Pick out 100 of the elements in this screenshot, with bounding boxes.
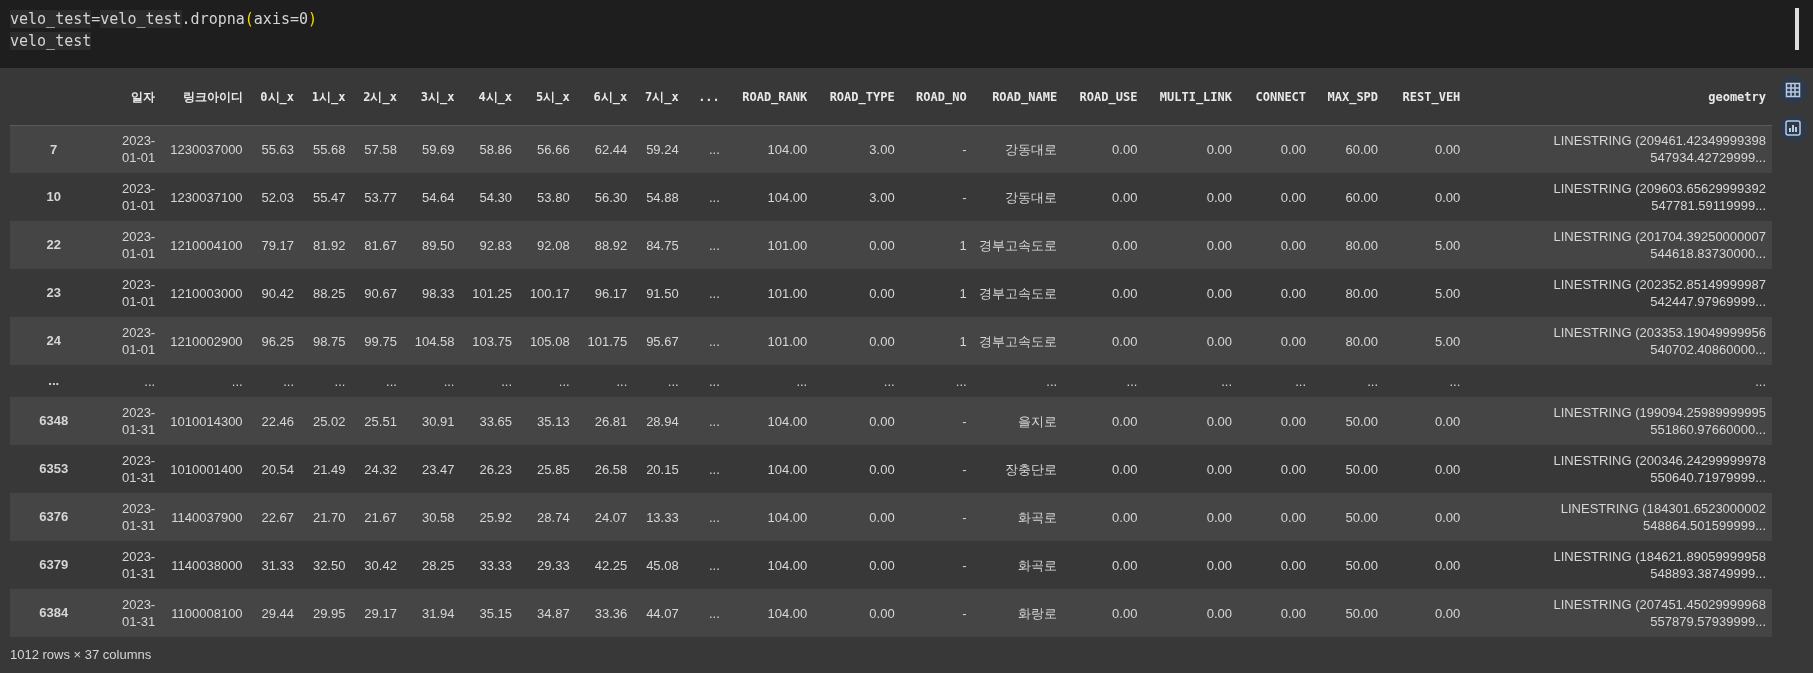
table-cell: ... [1126,373,1138,389]
table-cell: 0.00 [869,557,895,573]
table-cell: 92.08 [537,237,570,253]
table-cell: 60.00 [1345,141,1379,157]
table-cell: LINESTRING (184301.6523000002 548864.501599999... [1560,501,1766,533]
table-cell: 62.44 [594,141,628,157]
column-header: 4시_x [478,90,513,105]
table-cell: 30.91 [421,413,455,429]
row-index: 6384 [39,605,69,621]
table-cell: 52.03 [261,189,295,205]
table-cell: 80.00 [1345,285,1379,301]
table-cell: 89.50 [421,237,455,253]
column-header: geometry [1708,90,1766,105]
chart-button[interactable] [1778,114,1807,142]
row-index: 6353 [39,461,69,477]
table-cell: 3.00 [869,141,895,157]
table-cell: 1 [959,285,967,301]
table-cell: 0.00 [1206,141,1232,157]
table-cell: 81.92 [312,237,346,253]
table-cell: 50.00 [1345,413,1379,429]
table-cell: 24.07 [594,509,628,525]
table-cell: ... [501,373,513,389]
table-cell: 45.08 [646,557,679,573]
table-cell: 92.83 [479,237,513,253]
table-cell: 30.58 [421,509,455,525]
table-cell: ... [708,373,720,389]
table-cell: 98.75 [312,333,346,349]
table-cell: LINESTRING (203353.19049999956 540702.40860000... [1553,325,1766,357]
table-cell: 2023-01-31 [121,453,156,485]
column-header: 6시_x [593,90,628,105]
scrollbar[interactable] [1795,8,1799,50]
table-view-button[interactable] [1778,76,1807,104]
table-cell: 0.00 [869,605,895,621]
code-line: velo_test=velo_test.dropna(axis=0) [10,9,318,30]
column-header: ROAD_RANK [742,90,808,105]
table-cell: 1230037100 [170,189,243,205]
table-cell: 101.25 [472,285,513,301]
column-header: 3시_x [420,90,455,105]
table-cell: 50.00 [1345,605,1379,621]
table-cell: 1140037900 [171,509,243,525]
column-header: MAX_SPD [1327,90,1379,105]
table-cell: LINESTRING (209461.42349999398 547934.42729999... [1553,133,1766,166]
table-cell: 55.47 [312,189,346,205]
table-cell: 0.00 [1280,557,1307,573]
table-cell: 23.47 [421,461,455,477]
row-index: 6376 [39,509,69,525]
table-cell: 2023-01-31 [121,501,156,533]
table-cell: 1210002900 [170,333,243,349]
table-cell: ... [708,333,720,349]
table-cell: 31.94 [421,605,455,621]
table-cell: 26.23 [479,461,513,477]
table-cell: 21.70 [312,509,346,525]
table-cell: 57.58 [364,141,397,157]
table-cell: 경부고속도로 [979,285,1058,301]
table-cell: 화곡로 [1018,509,1058,525]
table-cell: 2023-01-01 [121,133,156,166]
table-cell: 0.00 [1112,189,1138,205]
table-cell: - [962,413,967,429]
table-cell: 화랑로 [1018,605,1058,621]
row-index: 6348 [39,413,69,429]
table-cell: 0.00 [869,413,895,429]
table-cell: 33.33 [479,557,513,573]
table-cell: ... [883,373,895,389]
column-header: 5시_x [535,90,570,105]
table-cell: 0.00 [1206,461,1232,477]
table-cell: ... [708,509,720,525]
table-cell: 103.75 [472,333,513,349]
table-cell: 59.24 [646,141,679,157]
table-cell: 22.46 [261,413,295,429]
table-cell: 2023-01-01 [121,277,156,309]
table-cell: 1 [959,237,967,253]
table-cell: 32.50 [312,557,346,573]
table-cell: 33.36 [594,605,628,621]
table-cell: 2023-01-01 [121,229,156,261]
table-cell: ... [955,373,967,389]
table-cell: 0.00 [1435,141,1461,157]
table-cell: 53.80 [537,189,570,205]
table-cell: 29.44 [261,605,295,621]
table-cell: 0.00 [1112,141,1138,157]
table-cell: 5.00 [1435,237,1461,253]
table-cell: 25.92 [479,509,513,525]
table-icon [1784,82,1801,98]
table-cell: 104.00 [767,141,808,157]
column-header: ... [698,90,720,105]
table-cell: 95.67 [646,333,679,349]
table-cell: ... [708,605,720,621]
table-cell: 104.00 [767,413,808,429]
table-cell: 1 [959,333,967,349]
column-header: CONNECT [1255,90,1307,105]
code-cell[interactable]: velo_test=velo_test.dropna(axis=0) velo_test [0,0,1813,68]
table-cell: ... [708,189,720,205]
table-cell: 104.00 [767,461,808,477]
table-cell: 79.17 [261,237,295,253]
table-cell: 0.00 [869,237,895,253]
table-cell: 104.58 [414,333,455,349]
table-cell: LINESTRING (199094.25989999995 551860.97660000... [1553,405,1766,437]
table-cell: - [962,189,967,205]
table-cell: 을지로 [1018,413,1058,429]
table-cell: 25.02 [312,413,346,429]
table-cell: 25.85 [537,461,570,477]
